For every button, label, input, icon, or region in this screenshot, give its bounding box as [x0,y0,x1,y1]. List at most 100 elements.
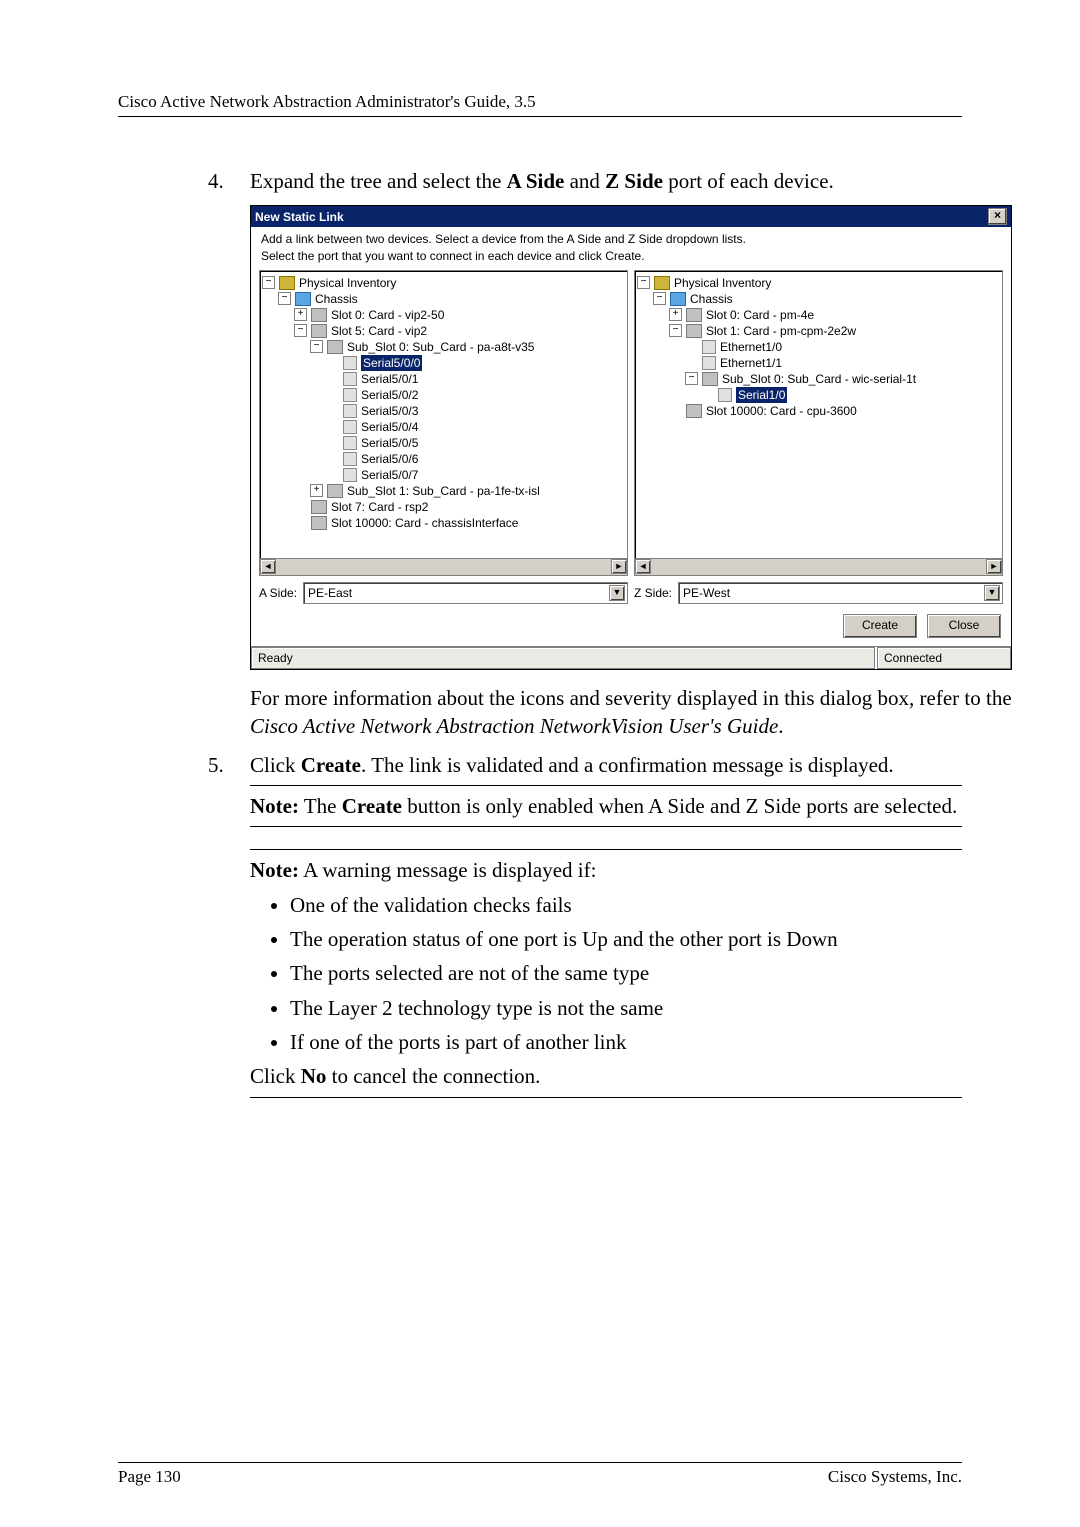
tree-node-subslot0[interactable]: −Sub_Slot 0: Sub_Card - pa-a8t-v35 [262,339,625,355]
scroll-left-icon[interactable]: ◄ [260,559,276,574]
warning-cancel-line: Click No to cancel the connection. [250,1062,962,1090]
card-icon [311,516,327,530]
a-side-dropdown[interactable]: PE-East ▼ [303,582,628,604]
minus-icon[interactable]: − [262,276,275,289]
step-number: 4. [208,167,250,741]
tree-node-serial503[interactable]: Serial5/0/3 [262,403,625,419]
tree-node-chassis[interactable]: −Chassis [262,291,625,307]
z-side-label: Z Side: [634,585,672,601]
tree-node-subslot1[interactable]: +Sub_Slot 1: Sub_Card - pa-1fe-tx-isl [262,483,625,499]
port-icon [343,468,357,482]
tree-node-slot5[interactable]: −Slot 5: Card - vip2 [262,323,625,339]
step-number: 5. [208,751,250,1120]
scroll-right-icon[interactable]: ► [611,559,627,574]
tree-node-physical-inventory[interactable]: −Physical Inventory [262,275,625,291]
port-icon [343,356,357,370]
close-icon[interactable]: × [988,208,1007,225]
step-4-text: Expand the tree and select the A Side an… [250,167,1012,195]
port-icon [343,452,357,466]
port-icon [343,372,357,386]
tree-node-serial507[interactable]: Serial5/0/7 [262,467,625,483]
port-icon [343,420,357,434]
scroll-left-icon[interactable]: ◄ [635,559,651,574]
tree-node-serial502[interactable]: Serial5/0/2 [262,387,625,403]
note-warning: Note: A warning message is displayed if:… [250,849,962,1097]
tree-node-serial506[interactable]: Serial5/0/6 [262,451,625,467]
step-list: 4. Expand the tree and select the A Side… [208,167,962,1120]
minus-icon[interactable]: − [653,292,666,305]
footer-company: Cisco Systems, Inc. [828,1467,962,1487]
port-icon [343,404,357,418]
list-item: The operation status of one port is Up a… [290,925,962,953]
minus-icon[interactable]: − [310,340,323,353]
minus-icon[interactable]: − [685,372,698,385]
create-button[interactable]: Create [843,614,917,638]
note-create-enabled: Note: The Create button is only enabled … [250,785,962,827]
tree-node-serial500[interactable]: Serial5/0/0 [262,355,625,371]
card-icon [686,324,702,338]
tree-node-chassis[interactable]: −Chassis [637,291,1000,307]
a-side-label: A Side: [259,585,297,601]
device-icon [654,276,670,290]
a-side-tree-pane[interactable]: −Physical Inventory −Chassis +Slot 0: Ca… [259,270,628,576]
step-4: 4. Expand the tree and select the A Side… [208,167,962,741]
card-icon [311,500,327,514]
horizontal-scrollbar[interactable]: ◄ ► [260,558,627,575]
plus-icon[interactable]: + [294,308,307,321]
port-icon [343,388,357,402]
port-icon [718,388,732,402]
port-icon [702,340,716,354]
title-bar[interactable]: New Static Link × [251,206,1011,227]
close-button[interactable]: Close [927,614,1001,638]
tree-node-eth10[interactable]: Ethernet1/0 [637,339,1000,355]
port-icon [343,436,357,450]
warning-bullets: One of the validation checks fails The o… [250,891,962,1057]
tree-node-physical-inventory[interactable]: −Physical Inventory [637,275,1000,291]
minus-icon[interactable]: − [669,324,682,337]
doc-header: Cisco Active Network Abstraction Adminis… [118,92,962,117]
tree-node-serial504[interactable]: Serial5/0/4 [262,419,625,435]
tree-node-slot10000[interactable]: Slot 10000: Card - chassisInterface [262,515,625,531]
card-icon [327,340,343,354]
tree-node-subslot0[interactable]: −Sub_Slot 0: Sub_Card - wic-serial-1t [637,371,1000,387]
z-side-tree-pane[interactable]: −Physical Inventory −Chassis +Slot 0: Ca… [634,270,1003,576]
list-item: The ports selected are not of the same t… [290,959,962,987]
horizontal-scrollbar[interactable]: ◄ ► [635,558,1002,575]
tree-node-slot0[interactable]: +Slot 0: Card - vip2-50 [262,307,625,323]
chassis-icon [670,292,686,306]
step-4-followup: For more information about the icons and… [250,684,1012,741]
tree-node-slot10000[interactable]: Slot 10000: Card - cpu-3600 [637,403,1000,419]
scroll-right-icon[interactable]: ► [986,559,1002,574]
page-number: Page 130 [118,1467,181,1487]
card-icon [686,308,702,322]
card-icon [702,372,718,386]
chevron-down-icon[interactable]: ▼ [984,585,1000,601]
status-ready: Ready [251,647,875,669]
content: 4. Expand the tree and select the A Side… [208,167,962,1120]
status-connected: Connected [877,647,1011,669]
card-icon [311,308,327,322]
minus-icon[interactable]: − [637,276,650,289]
tree-node-slot1[interactable]: −Slot 1: Card - pm-cpm-2e2w [637,323,1000,339]
z-side-select-row: Z Side: PE-West ▼ [634,582,1003,604]
list-item: If one of the ports is part of another l… [290,1028,962,1056]
plus-icon[interactable]: + [669,308,682,321]
tree-node-slot7[interactable]: Slot 7: Card - rsp2 [262,499,625,515]
plus-icon[interactable]: + [310,484,323,497]
step-5: 5. Click Create. The link is validated a… [208,751,962,1120]
window-title: New Static Link [255,209,344,225]
tree-node-eth11[interactable]: Ethernet1/1 [637,355,1000,371]
minus-icon[interactable]: − [278,292,291,305]
a-side-select-row: A Side: PE-East ▼ [259,582,628,604]
tree-node-serial10[interactable]: Serial1/0 [637,387,1000,403]
step-5-text: Click Create. The link is validated and … [250,751,962,779]
card-icon [686,404,702,418]
minus-icon[interactable]: − [294,324,307,337]
z-side-dropdown[interactable]: PE-West ▼ [678,582,1003,604]
page-footer: Page 130 Cisco Systems, Inc. [118,1462,962,1487]
tree-node-slot0[interactable]: +Slot 0: Card - pm-4e [637,307,1000,323]
tree-node-serial501[interactable]: Serial5/0/1 [262,371,625,387]
tree-node-serial505[interactable]: Serial5/0/5 [262,435,625,451]
new-static-link-dialog: New Static Link × Add a link between two… [250,205,1012,670]
chevron-down-icon[interactable]: ▼ [609,585,625,601]
